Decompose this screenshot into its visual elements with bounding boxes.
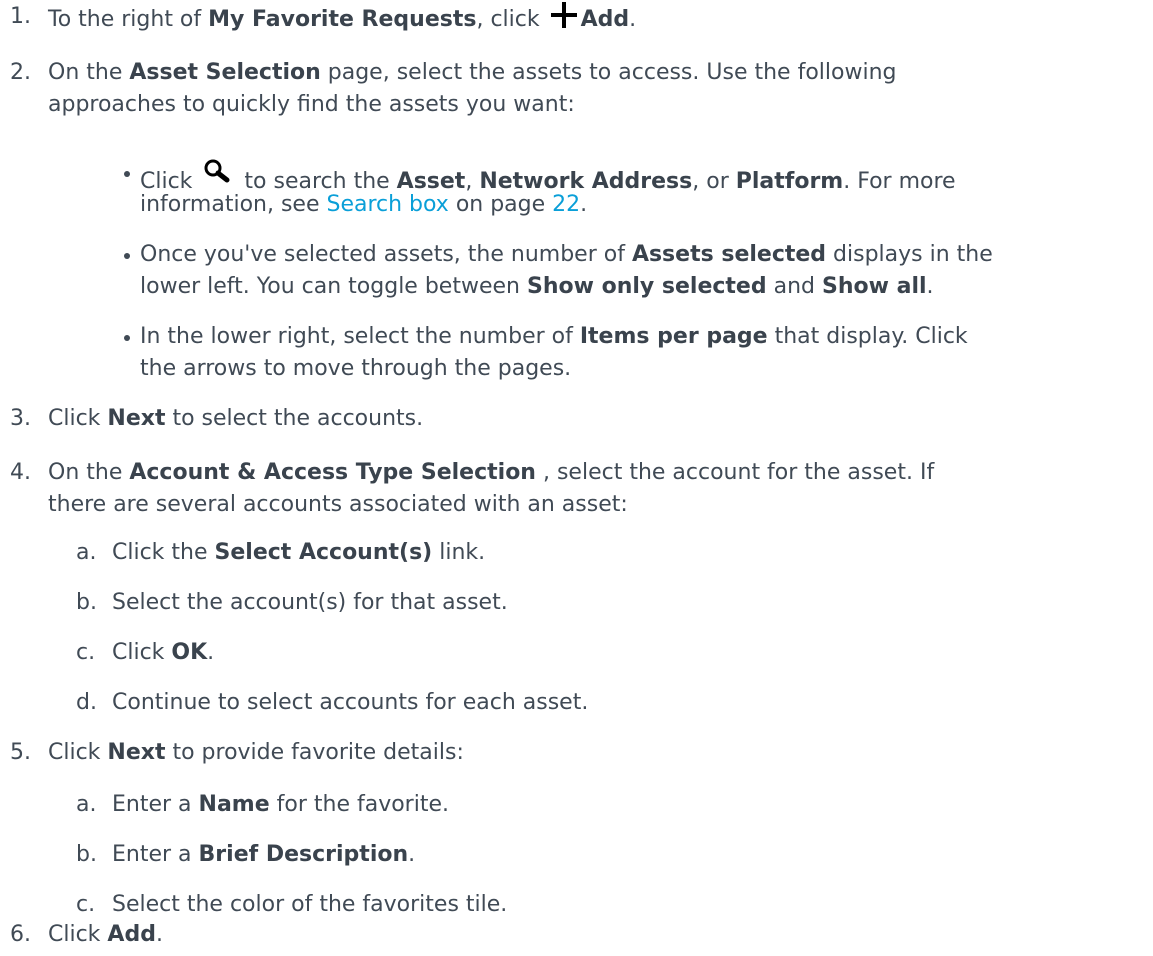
substep-letter: b. bbox=[76, 590, 97, 615]
substep-letter: d. bbox=[76, 690, 97, 715]
substep-letter: a. bbox=[76, 540, 97, 565]
step-1-text: To the right of My Favorite Requests, cl… bbox=[48, 2, 636, 35]
step-3-text: Click Next to select the accounts. bbox=[48, 406, 424, 431]
bullet-2-line-1: Once you've selected assets, the number … bbox=[140, 242, 993, 267]
step-6-text: Click Add. bbox=[48, 922, 163, 947]
substep-5a: Enter a Name for the favorite. bbox=[112, 792, 449, 817]
substep-5c: Select the color of the favorites tile. bbox=[112, 892, 508, 917]
bullet-3-line-1: In the lower right, select the number of… bbox=[140, 324, 968, 349]
bullet-dot bbox=[124, 253, 130, 259]
substep-letter: a. bbox=[76, 792, 97, 817]
substep-5b: Enter a Brief Description. bbox=[112, 842, 416, 867]
document-page: 1. To the right of My Favorite Requests,… bbox=[0, 0, 1153, 956]
bullet-dot bbox=[124, 171, 130, 177]
substep-4b: Select the account(s) for that asset. bbox=[112, 590, 508, 615]
substep-letter: c. bbox=[76, 892, 96, 917]
substep-4c: Click OK. bbox=[112, 640, 215, 665]
search-icon bbox=[203, 158, 233, 184]
substep-4d: Continue to select accounts for each ass… bbox=[112, 690, 589, 715]
bullet-3-line-2: the arrows to move through the pages. bbox=[140, 356, 572, 381]
step-4-text-line-2: there are several accounts associated wi… bbox=[48, 492, 628, 517]
step-6-number: 6. bbox=[10, 922, 31, 947]
step-2-text-line-1: On the Asset Selection page, select the … bbox=[48, 60, 897, 85]
step-2-number: 2. bbox=[10, 60, 31, 85]
plus-icon bbox=[550, 2, 577, 28]
step-1-number: 1. bbox=[10, 4, 31, 29]
bullet-1-line-2: information, see Search box on page 22. bbox=[140, 192, 588, 217]
search-box-link[interactable]: Search box bbox=[326, 192, 448, 217]
step-5-number: 5. bbox=[10, 740, 31, 765]
step-2-text-line-2: approaches to quickly find the assets yo… bbox=[48, 92, 575, 117]
bullet-dot bbox=[124, 335, 130, 341]
step-4-number: 4. bbox=[10, 460, 31, 485]
bullet-2-line-2: lower left. You can toggle between Show … bbox=[140, 274, 934, 299]
substep-4a: Click the Select Account(s) link. bbox=[112, 540, 486, 565]
step-5-text: Click Next to provide favorite details: bbox=[48, 740, 464, 765]
step-3-number: 3. bbox=[10, 406, 31, 431]
substep-letter: c. bbox=[76, 640, 96, 665]
substep-letter: b. bbox=[76, 842, 97, 867]
step-4-text-line-1: On the Account & Access Type Selection ,… bbox=[48, 460, 935, 485]
page-22-link[interactable]: 22 bbox=[552, 192, 580, 217]
